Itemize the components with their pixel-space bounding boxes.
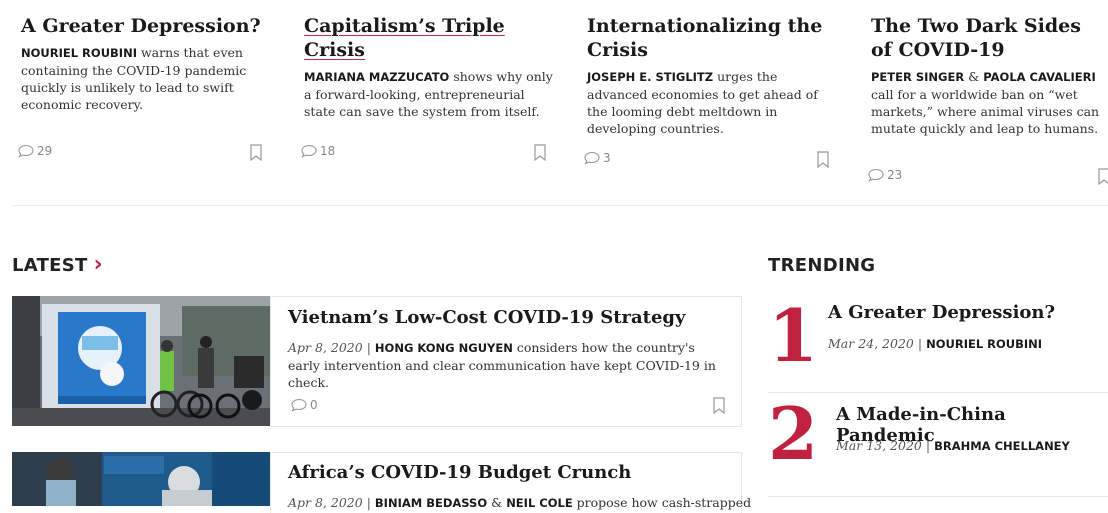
bookmark-icon[interactable] bbox=[1097, 168, 1108, 185]
top-card: The Two Dark Sides of COVID-19 PETER SIN… bbox=[871, 14, 1107, 164]
bookmark-icon[interactable] bbox=[816, 151, 830, 168]
comment-bubble-icon bbox=[291, 398, 307, 412]
article-summary: MARIANA MAZZUCATO shows why only a forwa… bbox=[304, 69, 553, 119]
comment-count[interactable]: 0 bbox=[290, 398, 318, 412]
comment-count[interactable]: 23 bbox=[867, 168, 902, 182]
article-author[interactable]: HONG KONG NGUYEN bbox=[375, 341, 513, 355]
top-card: A Greater Depression? NOURIEL ROUBINI wa… bbox=[21, 14, 271, 164]
top-card: Capitalism’s Triple Crisis MARIANA MAZZU… bbox=[304, 14, 554, 164]
article-meta: Mar 13, 2020 | BRAHMA CHELLANEY bbox=[836, 438, 1070, 453]
article-author[interactable]: PAOLA CAVALIERI bbox=[983, 70, 1095, 84]
article-title[interactable]: A Greater Depression? bbox=[828, 302, 1055, 323]
article-author[interactable]: BRAHMA CHELLANEY bbox=[934, 439, 1070, 453]
bookmark-icon[interactable] bbox=[712, 397, 726, 414]
article-title[interactable]: A Greater Depression? bbox=[21, 14, 271, 38]
comment-bubble-icon bbox=[301, 144, 317, 158]
comment-count[interactable]: 18 bbox=[300, 144, 335, 158]
article-meta: Mar 24, 2020 | NOURIEL ROUBINI bbox=[828, 336, 1043, 351]
article-summary: Apr 8, 2020 | BINIAM BEDASSO & NEIL COLE p… bbox=[288, 495, 752, 510]
article-title[interactable]: Capitalism’s Triple Crisis bbox=[304, 14, 554, 62]
article-thumbnail[interactable] bbox=[12, 452, 270, 506]
trending-heading: TRENDING bbox=[768, 255, 876, 276]
article-title[interactable]: The Two Dark Sides of COVID-19 bbox=[871, 14, 1096, 62]
comment-bubble-icon bbox=[868, 168, 884, 182]
latest-heading[interactable]: LATEST › bbox=[12, 252, 103, 277]
trending-item[interactable]: 2 A Made-in-China Pandemic Mar 13, 2020 |… bbox=[768, 396, 1108, 486]
comment-count[interactable]: 29 bbox=[17, 144, 52, 158]
article-date: Mar 13, 2020 bbox=[836, 438, 922, 453]
article-author[interactable]: NOURIEL ROUBINI bbox=[21, 46, 137, 60]
comment-bubble-icon bbox=[18, 144, 34, 158]
trending-rank: 1 bbox=[768, 293, 819, 378]
section-divider bbox=[12, 205, 1108, 206]
latest-article-card[interactable]: Africa’s COVID-19 Budget Crunch Apr 8, 2… bbox=[270, 452, 752, 513]
article-summary: PETER SINGER & PAOLA CAVALIERI call for … bbox=[871, 69, 1100, 136]
article-author[interactable]: BINIAM BEDASSO bbox=[375, 496, 487, 510]
article-author[interactable]: JOSEPH E. STIGLITZ bbox=[587, 70, 713, 84]
article-author[interactable]: NEIL COLE bbox=[506, 496, 573, 510]
bookmark-icon[interactable] bbox=[533, 144, 547, 161]
article-author[interactable]: MARIANA MAZZUCATO bbox=[304, 70, 449, 84]
comment-count[interactable]: 3 bbox=[583, 151, 611, 165]
trending-divider bbox=[768, 392, 1108, 393]
trending-rank: 2 bbox=[768, 391, 819, 476]
article-author[interactable]: PETER SINGER bbox=[871, 70, 964, 84]
article-title[interactable]: Internationalizing the Crisis bbox=[587, 14, 837, 62]
article-summary: Apr 8, 2020 | HONG KONG NGUYEN considers h… bbox=[288, 340, 716, 390]
bookmark-icon[interactable] bbox=[249, 144, 263, 161]
article-date: Mar 24, 2020 bbox=[828, 336, 914, 351]
trending-item[interactable]: 1 A Greater Depression? Mar 24, 2020 | NOU… bbox=[768, 296, 1108, 386]
latest-article-card[interactable]: Vietnam’s Low-Cost COVID-19 Strategy Apr… bbox=[270, 296, 742, 427]
article-title[interactable]: Africa’s COVID-19 Budget Crunch bbox=[288, 462, 631, 483]
article-thumbnail[interactable] bbox=[12, 296, 270, 426]
article-summary: NOURIEL ROUBINI warns that even containi… bbox=[21, 45, 247, 112]
article-author[interactable]: NOURIEL ROUBINI bbox=[926, 337, 1042, 351]
trending-divider bbox=[768, 496, 1108, 497]
article-summary: JOSEPH E. STIGLITZ urges the advanced ec… bbox=[587, 69, 818, 136]
article-title[interactable]: Vietnam’s Low-Cost COVID-19 Strategy bbox=[288, 307, 685, 328]
article-date: Apr 8, 2020 bbox=[288, 340, 363, 355]
article-date: Apr 8, 2020 bbox=[288, 495, 363, 510]
chevron-right-icon: › bbox=[93, 252, 103, 277]
top-card: Internationalizing the Crisis JOSEPH E. … bbox=[587, 14, 837, 164]
comment-bubble-icon bbox=[584, 151, 600, 165]
